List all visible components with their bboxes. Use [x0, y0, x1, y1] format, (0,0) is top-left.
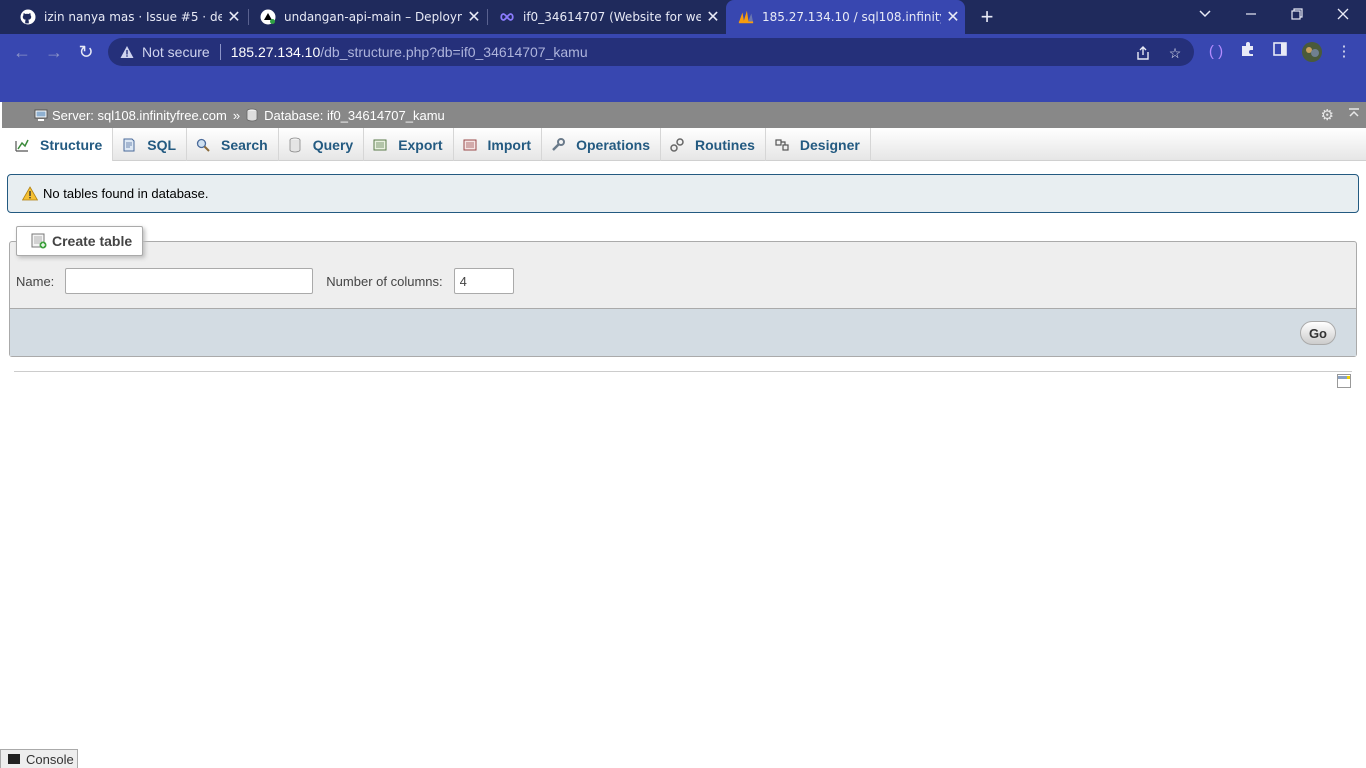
database-icon [246, 108, 260, 122]
tab-import[interactable]: Import [454, 128, 543, 161]
close-icon[interactable]: ✕ [941, 7, 965, 27]
wrench-icon [550, 137, 566, 153]
tab-title: izin nanya mas · Issue #5 · dewan [44, 10, 222, 24]
tab-label: SQL [147, 136, 177, 153]
browser-tab-github[interactable]: izin nanya mas · Issue #5 · dewan ✕ [8, 0, 246, 34]
tab-search[interactable]: Search [187, 128, 279, 161]
browser-toolbar: ← → ↻ Not secure 185.27.134.10/db_struct… [0, 34, 1366, 70]
tab-title: 185.27.134.10 / sql108.infinityfree [762, 10, 941, 24]
tab-title: undangan-api-main – Deployme [284, 10, 462, 24]
table-name-input[interactable] [65, 268, 314, 294]
close-window-icon[interactable] [1320, 0, 1366, 30]
warning-icon [21, 186, 39, 201]
console-toggle[interactable]: Console [0, 749, 78, 768]
breadcrumb-separator: » [232, 107, 241, 123]
legend-text: Create table [52, 233, 133, 249]
warning-icon [120, 45, 134, 59]
main-menu-tabs: Structure SQL Search Query Export Import [6, 128, 1366, 161]
console-label: Console [26, 751, 74, 767]
phpmyadmin-icon [738, 9, 754, 25]
divider [14, 371, 1352, 372]
url-path: /db_structure.php?db=if0_34614707_kamu [320, 44, 588, 60]
designer-icon [774, 137, 790, 153]
close-icon[interactable]: ✕ [222, 7, 246, 27]
go-button[interactable]: Go [1299, 321, 1336, 345]
restore-icon[interactable] [1274, 0, 1320, 30]
tab-export[interactable]: Export [364, 128, 454, 161]
tab-title: if0_34614707 (Website for weddin [523, 10, 701, 24]
structure-icon [14, 137, 30, 153]
notice-text: No tables found in database. [43, 186, 209, 201]
browser-tab-vercel[interactable]: undangan-api-main – Deployme ✕ [248, 0, 486, 34]
share-icon[interactable] [1135, 45, 1151, 61]
back-icon[interactable]: ← [8, 39, 36, 65]
number-of-columns-input[interactable] [453, 268, 514, 294]
tab-label: Routines [695, 136, 755, 153]
forward-icon[interactable]: → [40, 39, 68, 65]
extension-brackets-icon[interactable]: ( ) [1205, 41, 1227, 63]
export-icon [372, 137, 388, 153]
divider [219, 44, 221, 60]
tab-label: Operations [576, 136, 650, 153]
infinityfree-icon [499, 9, 515, 25]
tab-operations[interactable]: Operations [542, 128, 661, 161]
routines-icon [669, 137, 685, 153]
browser-tab-phpmyadmin[interactable]: 185.27.134.10 / sql108.infinityfree ✕ [726, 0, 965, 34]
github-icon [20, 9, 36, 25]
server-icon [34, 108, 48, 122]
avatar[interactable] [1301, 41, 1323, 63]
create-table-footer: Go [10, 308, 1356, 356]
console-icon [8, 754, 20, 764]
bookmark-star-icon[interactable]: ☆ [1167, 45, 1183, 61]
side-panel-icon[interactable] [1269, 41, 1291, 63]
minimize-icon[interactable] [1228, 0, 1274, 30]
columns-label: Number of columns: [326, 273, 443, 289]
tab-label: Search [221, 136, 268, 153]
page-settings-icon[interactable] [1337, 374, 1351, 388]
close-icon[interactable]: ✕ [462, 7, 486, 27]
vercel-icon [260, 9, 276, 25]
query-icon [287, 137, 303, 153]
name-label: Name: [16, 273, 55, 289]
browser-menu-icon[interactable]: ⋮ [1333, 41, 1355, 63]
sql-icon [121, 137, 137, 153]
search-icon [195, 137, 211, 153]
extensions-puzzle-icon[interactable] [1237, 41, 1259, 63]
close-icon[interactable]: ✕ [701, 7, 725, 27]
tab-search-icon[interactable] [1182, 0, 1228, 30]
browser-tab-infinityfree[interactable]: if0_34614707 (Website for weddin ✕ [487, 0, 725, 34]
new-tab-button[interactable]: + [975, 5, 999, 29]
address-bar[interactable]: Not secure 185.27.134.10/db_structure.ph… [108, 38, 1194, 66]
tab-query[interactable]: Query [279, 128, 365, 161]
import-icon [462, 137, 478, 153]
page-top-band [0, 70, 1366, 102]
collapse-icon[interactable] [1348, 106, 1360, 124]
tab-designer[interactable]: Designer [766, 128, 871, 161]
tab-label: Export [398, 136, 443, 153]
create-table-form-row: Name: Number of columns: [16, 268, 514, 294]
tab-routines[interactable]: Routines [661, 128, 766, 161]
browser-tab-strip: izin nanya mas · Issue #5 · dewan ✕ unda… [0, 0, 1366, 34]
tab-label: Structure [40, 136, 103, 153]
settings-gear-icon[interactable]: ⚙ [1321, 106, 1334, 124]
breadcrumb: Server: sql108.infinityfree.com » Databa… [2, 102, 1366, 128]
breadcrumb-server[interactable]: Server: sql108.infinityfree.com [52, 108, 227, 123]
tab-label: Query [312, 136, 354, 153]
tab-structure[interactable]: Structure [6, 128, 114, 161]
url-host: 185.27.134.10 [230, 44, 321, 60]
security-status[interactable]: Not secure [142, 44, 210, 60]
create-table-icon [31, 233, 47, 249]
no-tables-notice: No tables found in database. [7, 174, 1359, 213]
reload-icon[interactable]: ↻ [72, 39, 100, 65]
tab-label: Import [487, 136, 532, 153]
create-table-legend: Create table [16, 226, 144, 256]
breadcrumb-database[interactable]: Database: if0_34614707_kamu [264, 108, 445, 123]
tab-label: Designer [799, 136, 860, 153]
tab-sql[interactable]: SQL [113, 128, 188, 161]
